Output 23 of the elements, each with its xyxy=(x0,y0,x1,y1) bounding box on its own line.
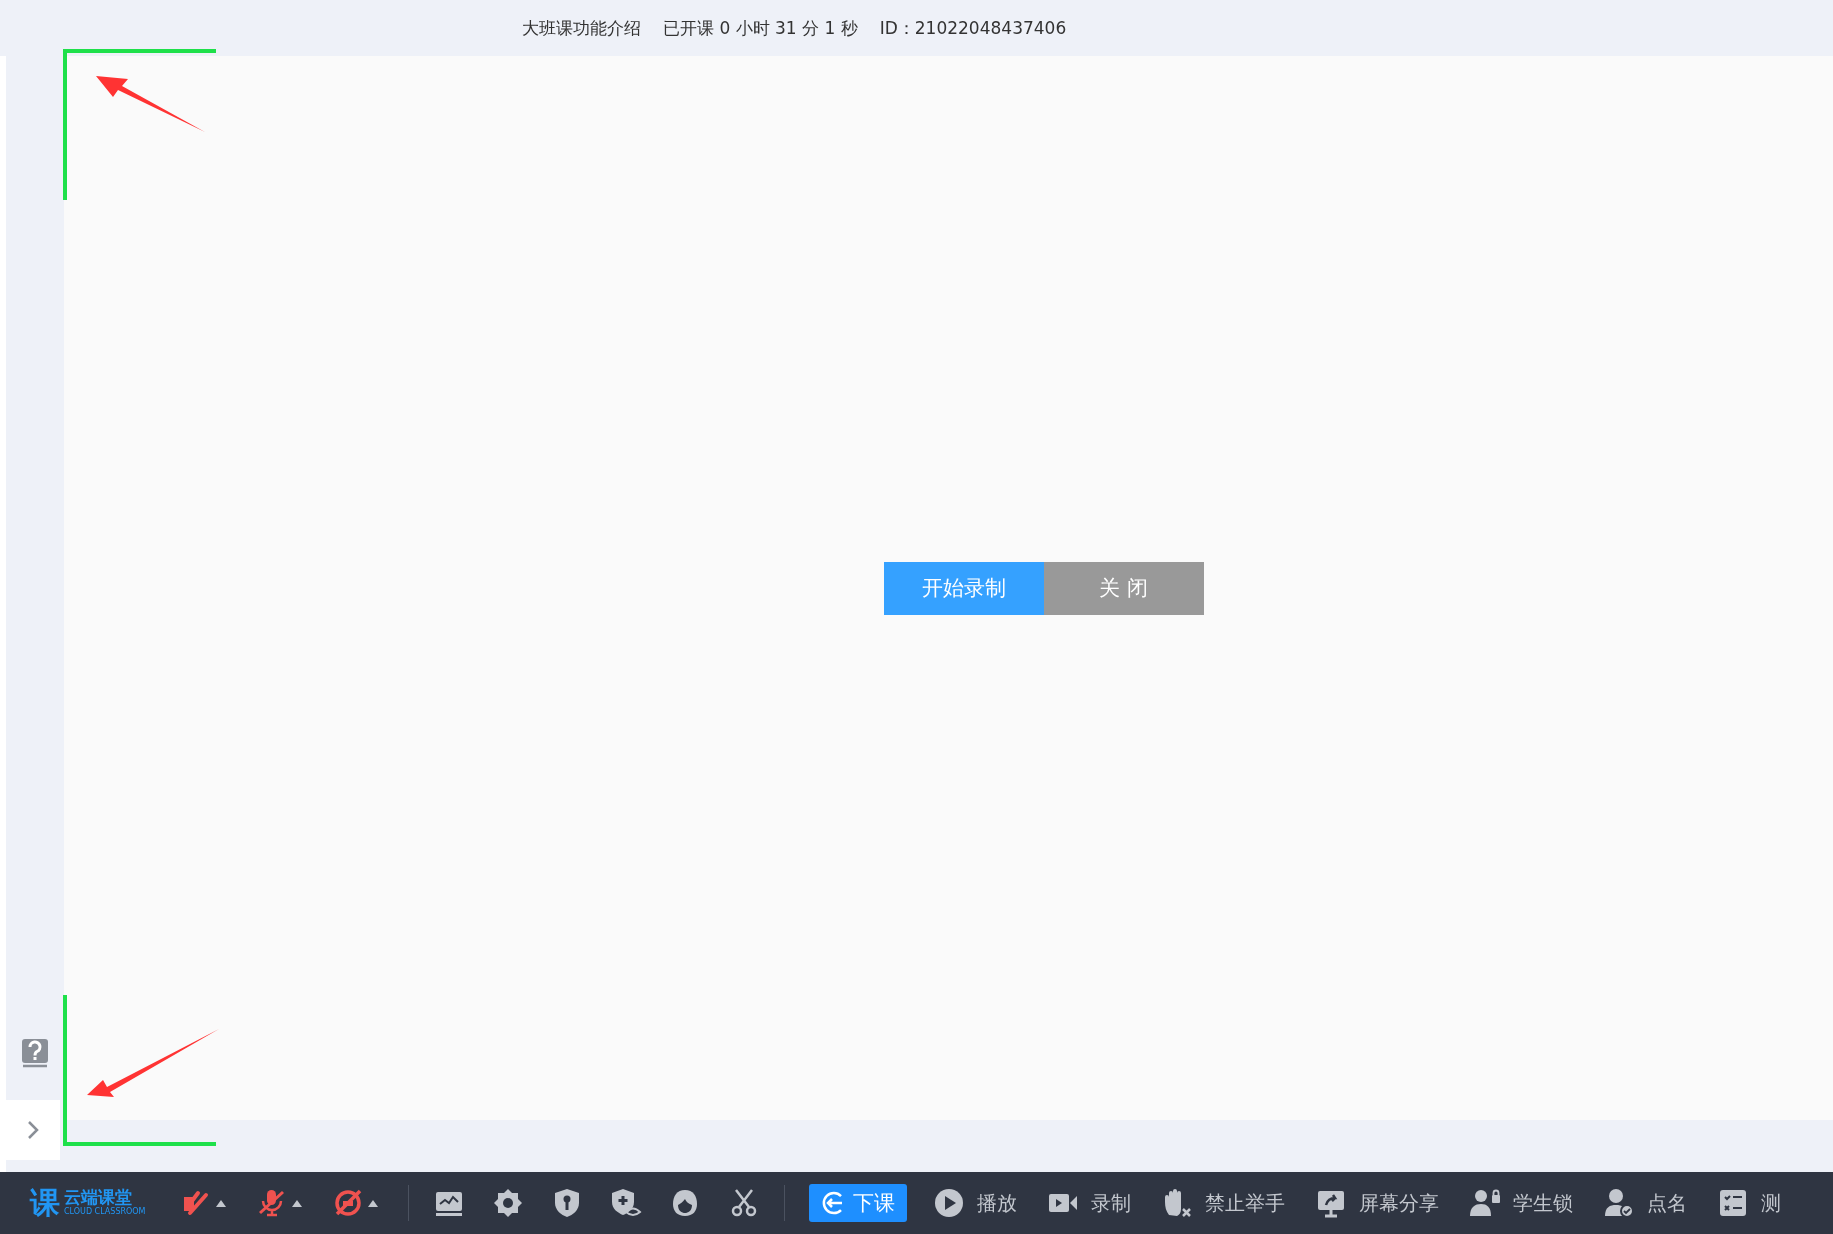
caret-icon xyxy=(291,1199,302,1207)
course-title: 大班课功能介绍 xyxy=(522,16,641,40)
toolbar-action[interactable]: 点名 xyxy=(1602,1187,1687,1219)
play-icon xyxy=(932,1187,965,1219)
class-id: ID：21022048437406 xyxy=(879,16,1067,40)
caret-icon xyxy=(215,1199,226,1207)
toolbar-action[interactable]: 学生锁 xyxy=(1468,1187,1573,1219)
logo-subtitle: CLOUD CLASSROOM xyxy=(64,1206,146,1218)
user-check-icon xyxy=(1602,1187,1635,1219)
toolbar-action[interactable]: 测 xyxy=(1716,1187,1781,1219)
toolbar-action[interactable]: 屏幕分享 xyxy=(1314,1187,1439,1219)
logo-mark: 课 xyxy=(30,1183,60,1222)
logo-name: 云端课堂 xyxy=(64,1188,133,1206)
elapsed-time: 已开课 0 小时 31 分 1 秒 xyxy=(663,16,858,40)
user-lock-icon xyxy=(1468,1187,1501,1219)
chevron-right-icon xyxy=(26,1119,40,1141)
toolbar-action[interactable]: 播放 xyxy=(932,1187,1017,1219)
caret-icon xyxy=(367,1199,378,1207)
toolbar-action[interactable]: 禁止举手 xyxy=(1160,1187,1285,1219)
toolbar-button[interactable] xyxy=(609,1187,642,1219)
toolbar-action[interactable]: 录制 xyxy=(1046,1187,1131,1219)
shield-eye-icon xyxy=(609,1187,642,1219)
help-book-icon[interactable] xyxy=(21,1038,49,1068)
